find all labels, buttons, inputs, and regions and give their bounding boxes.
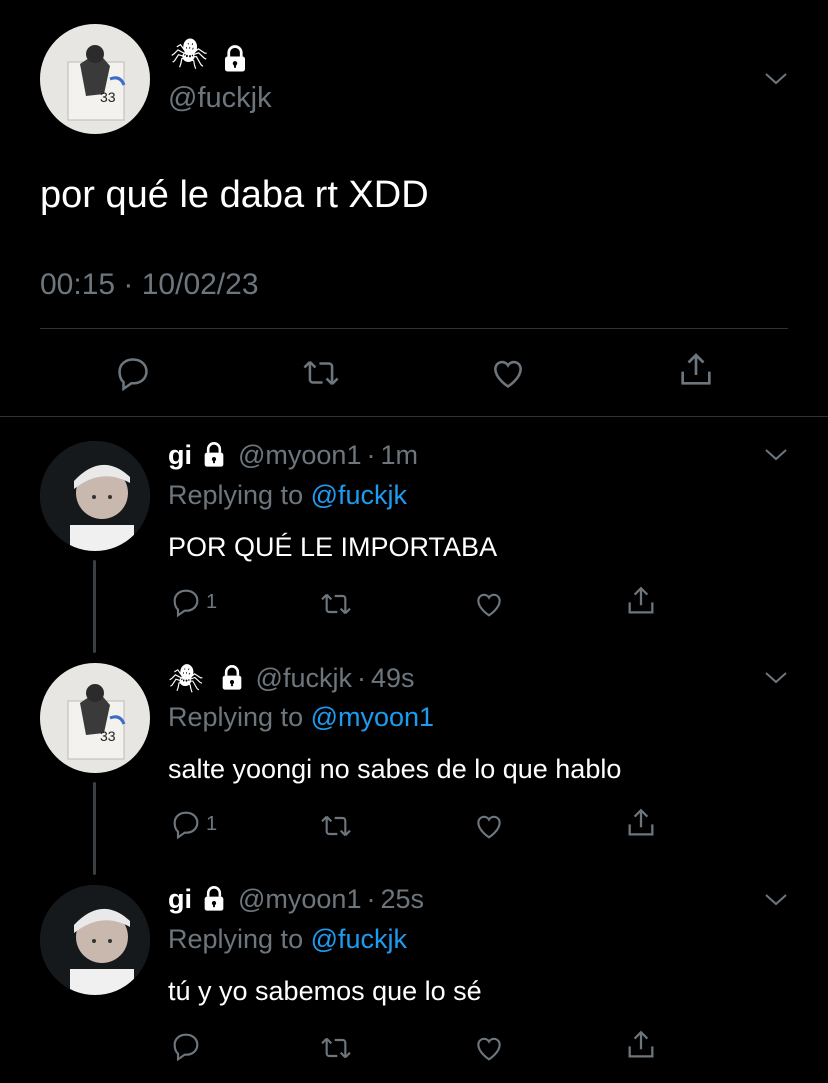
- reply-icon: [170, 808, 202, 840]
- display-name[interactable]: gi: [168, 440, 192, 471]
- display-name-emoji: 🕷: [170, 38, 209, 71]
- replying-to-label: Replying to: [168, 924, 304, 954]
- chevron-down-icon[interactable]: [760, 887, 792, 911]
- display-name[interactable]: gi: [168, 884, 192, 915]
- handle[interactable]: @myoon1: [238, 884, 361, 915]
- replying-to-link[interactable]: @fuckjk: [311, 480, 407, 510]
- avatar[interactable]: 33: [40, 663, 150, 773]
- reply-icon[interactable]: [114, 354, 152, 392]
- replying-to-link[interactable]: @fuckjk: [311, 924, 407, 954]
- thread-line: [93, 782, 96, 875]
- avatar[interactable]: [40, 885, 150, 995]
- reply-icon: [170, 586, 202, 618]
- dot-separator: ·: [366, 883, 376, 914]
- handle[interactable]: @fuckjk: [256, 663, 352, 694]
- time[interactable]: 1m: [380, 440, 418, 471]
- dot-separator: ·: [366, 439, 376, 470]
- share-icon[interactable]: [676, 350, 716, 390]
- chevron-down-icon[interactable]: [760, 442, 792, 466]
- retweet-icon[interactable]: [300, 354, 342, 392]
- time[interactable]: 49s: [371, 663, 415, 694]
- dot-separator: ·: [356, 662, 366, 693]
- reply-count: 1: [206, 812, 218, 835]
- divider: [40, 328, 788, 329]
- reply-text: POR QUÉ LE IMPORTABA: [168, 532, 498, 562]
- retweet-icon[interactable]: [318, 588, 354, 620]
- retweet-icon[interactable]: [318, 810, 354, 842]
- like-icon[interactable]: [472, 588, 506, 620]
- lock-icon: [218, 664, 246, 692]
- replying-to-label: Replying to: [168, 702, 304, 732]
- thread-line: [93, 560, 96, 653]
- time[interactable]: 25s: [380, 884, 424, 915]
- reply-button[interactable]: [170, 1030, 206, 1062]
- lock-icon: [200, 885, 228, 913]
- chevron-down-icon[interactable]: [760, 665, 792, 689]
- lock-icon: [220, 44, 250, 74]
- replying-to-link[interactable]: @myoon1: [311, 702, 434, 732]
- handle[interactable]: @fuckjk: [168, 82, 272, 115]
- like-icon[interactable]: [472, 1032, 506, 1064]
- divider: [0, 416, 828, 417]
- handle[interactable]: @myoon1: [238, 440, 361, 471]
- svg-text:33: 33: [100, 89, 116, 105]
- share-icon[interactable]: [624, 1028, 658, 1062]
- chevron-down-icon[interactable]: [760, 66, 792, 90]
- reply-text: salte yoongi no sabes de lo que hablo: [168, 754, 622, 784]
- like-icon[interactable]: [472, 810, 506, 842]
- reply-button[interactable]: 1: [170, 586, 217, 618]
- share-icon[interactable]: [624, 584, 658, 618]
- tweet-text: por qué le daba rt XDD: [40, 174, 429, 216]
- svg-text:33: 33: [100, 728, 116, 744]
- spider-icon: 🕷: [170, 38, 208, 72]
- lock-icon: [200, 441, 228, 469]
- timestamp[interactable]: 00:15 · 10/02/23: [40, 268, 259, 302]
- share-icon[interactable]: [624, 806, 658, 840]
- avatar[interactable]: [40, 441, 150, 551]
- reply-text: tú y yo sabemos que lo sé: [168, 976, 482, 1006]
- replying-to-label: Replying to: [168, 480, 304, 510]
- reply-count: 1: [206, 590, 218, 613]
- avatar[interactable]: 33: [40, 24, 150, 134]
- reply-button[interactable]: 1: [170, 808, 217, 840]
- like-icon[interactable]: [488, 354, 528, 392]
- reply-icon: [170, 1030, 202, 1062]
- retweet-icon[interactable]: [318, 1032, 354, 1064]
- spider-icon[interactable]: 🕷: [168, 662, 204, 695]
